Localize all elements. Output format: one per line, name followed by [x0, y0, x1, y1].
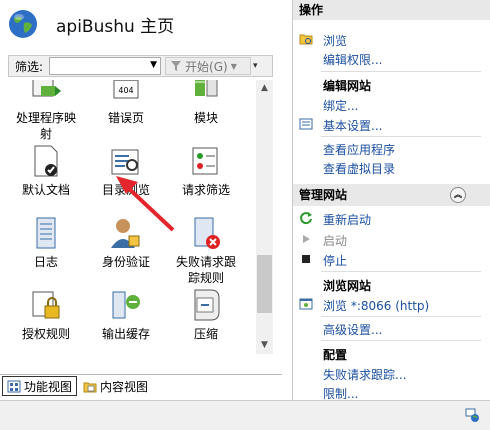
- stop-icon: [302, 255, 310, 263]
- feature-item[interactable]: 模块: [166, 80, 246, 126]
- feature-item[interactable]: 身份验证: [86, 216, 166, 270]
- feature-item[interactable]: 默认文档: [6, 144, 86, 198]
- feature-label: 处理程序映 射: [15, 111, 76, 141]
- failed-request-tracing-icon: [189, 216, 223, 252]
- features-panel: apiBushu 主页 筛选: ▼ 开始(G) ▼ ▾ 处理程序映 射 404 错误…: [0, 0, 278, 400]
- start-link[interactable]: 启动: [323, 232, 347, 249]
- output-caching-icon: [109, 288, 143, 324]
- feature-label: 错误页: [107, 111, 144, 125]
- svg-text:404: 404: [118, 86, 133, 95]
- basic-settings-icon: [299, 118, 313, 130]
- content-view-icon: [83, 382, 97, 392]
- tab-label: 功能视图: [24, 379, 73, 394]
- funnel-icon: [171, 61, 182, 71]
- scroll-thumb[interactable]: [257, 255, 272, 313]
- browse-http-link[interactable]: 浏览 *:8066 (http): [323, 297, 429, 314]
- feature-label: 请求筛选: [181, 183, 230, 197]
- error-pages-icon: 404: [109, 80, 143, 108]
- chevron-down-icon[interactable]: ▼: [150, 60, 157, 70]
- filter-toolbar: 筛选: ▼ 开始(G) ▼ ▾: [8, 55, 273, 77]
- scroll-up-icon[interactable]: ▲: [256, 80, 273, 97]
- feature-label: 授权规则: [21, 327, 70, 341]
- page-title: apiBushu 主页: [56, 16, 175, 37]
- actions-panel: 操作 浏览 编辑权限... 编辑网站 绑定... 基本设置... 查看应用程序 …: [292, 0, 490, 401]
- feature-label: 失败请求跟 踪规则: [175, 255, 236, 285]
- feature-label: 默认文档: [21, 183, 70, 197]
- tab-content-view[interactable]: 内容视图: [79, 377, 152, 395]
- features-view-icon: [7, 380, 21, 392]
- scroll-down-icon[interactable]: ▼: [256, 337, 273, 354]
- feature-item[interactable]: 404 错误页: [86, 80, 166, 126]
- explore-link[interactable]: 浏览: [323, 32, 347, 49]
- restart-icon: [300, 212, 312, 225]
- manage-site-section-header[interactable]: 管理网站 ︽: [293, 184, 490, 206]
- feature-item[interactable]: 输出缓存: [86, 288, 166, 342]
- handler-mappings-icon: [29, 80, 63, 108]
- toolbar-overflow-icon[interactable]: ▾: [253, 61, 258, 71]
- feature-grid: 处理程序映 射 404 错误页 模块默认文档 目录浏览 请求筛选日志 身份验证 失败请求跟 踪…: [0, 80, 256, 354]
- filter-label: 筛选:: [15, 59, 44, 74]
- configure-heading: 配置: [323, 348, 348, 362]
- edit-site-heading: 编辑网站: [323, 79, 372, 93]
- divider: [321, 136, 481, 137]
- modules-icon: [189, 80, 223, 108]
- feature-item[interactable]: 日志: [6, 216, 86, 270]
- actions-title: 操作: [293, 0, 490, 20]
- status-bar: [0, 400, 490, 430]
- feature-item[interactable]: 请求筛选: [166, 144, 246, 198]
- advanced-settings-link[interactable]: 高级设置...: [323, 321, 382, 338]
- feature-item[interactable]: 失败请求跟 踪规则: [166, 216, 246, 286]
- browse-icon: [299, 298, 313, 310]
- feature-item[interactable]: 压缩: [166, 288, 246, 342]
- feature-item[interactable]: 授权规则: [6, 288, 86, 342]
- collapse-icon[interactable]: ︽: [450, 187, 466, 203]
- divider: [321, 71, 481, 72]
- failed-request-tracing-link[interactable]: 失败请求跟踪...: [323, 366, 406, 383]
- feature-label: 日志: [33, 255, 58, 269]
- logging-icon: [29, 216, 63, 252]
- request-filtering-icon: [189, 144, 223, 180]
- feature-label: 模块: [193, 111, 218, 125]
- authorization-rules-icon: [29, 288, 63, 324]
- start-filter-button[interactable]: 开始(G) ▼: [165, 57, 252, 75]
- filter-input[interactable]: ▼: [49, 57, 162, 75]
- tab-features-view[interactable]: 功能视图: [2, 376, 78, 396]
- start-icon: [303, 235, 310, 243]
- view-tabs: 功能视图 内容视图: [0, 374, 282, 397]
- divider: [321, 340, 481, 341]
- view-virtual-directories-link[interactable]: 查看虚拟目录: [323, 160, 395, 177]
- compression-icon: [189, 288, 223, 324]
- explore-icon: [299, 34, 313, 45]
- stop-link[interactable]: 停止: [323, 252, 347, 269]
- divider: [321, 316, 481, 317]
- default-document-icon: [29, 144, 63, 180]
- edit-permissions-link[interactable]: 编辑权限...: [323, 51, 382, 68]
- globe-icon: [9, 10, 37, 38]
- restart-link[interactable]: 重新启动: [323, 211, 371, 228]
- tab-label: 内容视图: [100, 379, 149, 394]
- basic-settings-link[interactable]: 基本设置...: [323, 117, 382, 134]
- bindings-link[interactable]: 绑定...: [323, 97, 358, 114]
- page-header: apiBushu 主页: [8, 6, 174, 42]
- view-applications-link[interactable]: 查看应用程序: [323, 141, 395, 158]
- browse-site-heading: 浏览网站: [323, 279, 372, 293]
- authentication-icon: [109, 216, 143, 252]
- feature-label: 压缩: [193, 327, 218, 341]
- chevron-down-icon: ▼: [230, 61, 237, 71]
- directory-browsing-icon: [109, 144, 143, 180]
- feature-label: 输出缓存: [101, 327, 150, 341]
- manage-site-heading: 管理网站: [299, 188, 348, 202]
- feature-label: 身份验证: [101, 255, 150, 269]
- start-filter-label: 开始(G): [185, 59, 228, 74]
- feature-scrollbar[interactable]: ▲ ▼: [256, 80, 273, 354]
- divider: [321, 271, 481, 272]
- feature-item[interactable]: 目录浏览: [86, 144, 166, 198]
- feature-label: 目录浏览: [101, 183, 150, 197]
- feature-item[interactable]: 处理程序映 射: [6, 80, 86, 142]
- network-status-icon: [465, 408, 479, 422]
